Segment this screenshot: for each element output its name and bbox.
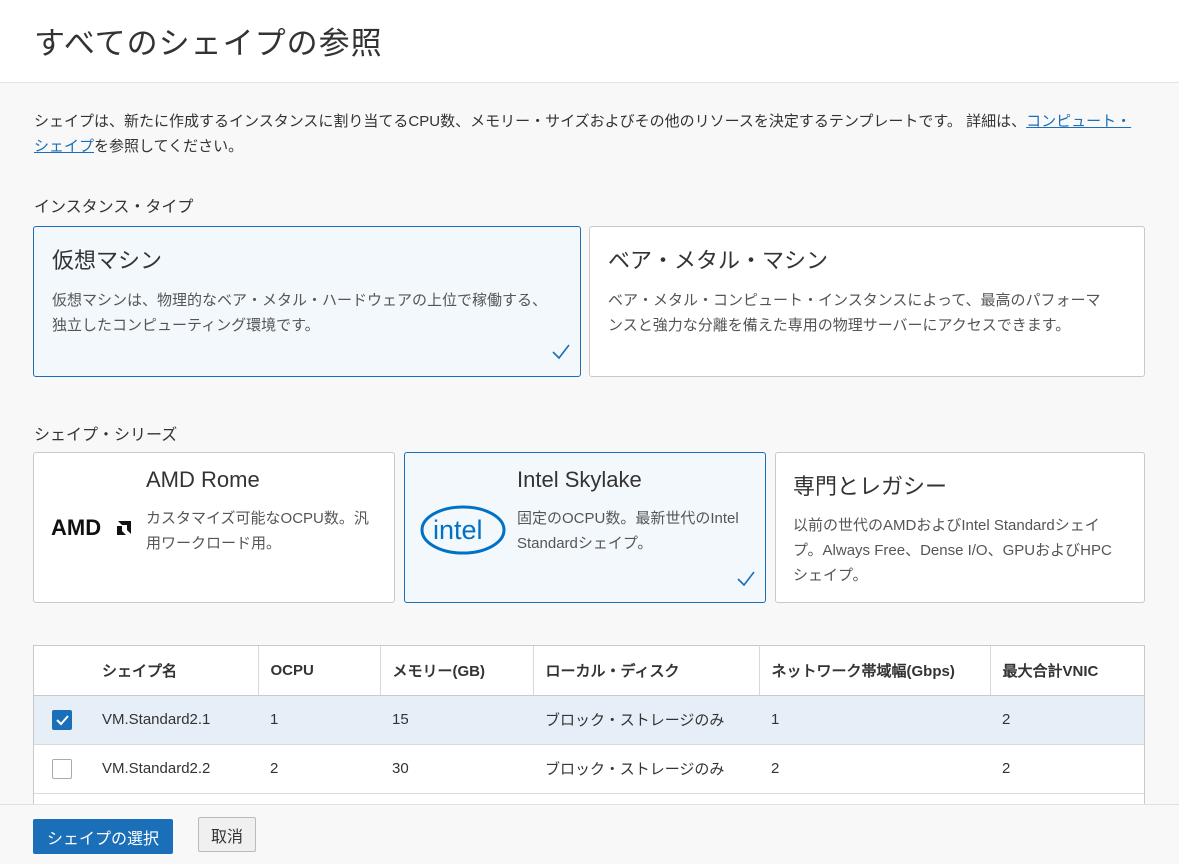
shape-series-label: シェイプ・シリーズ xyxy=(34,427,178,444)
page-header: すべてのシェイプの参照 xyxy=(0,0,1179,83)
instance-type-label: インスタンス・タイプ xyxy=(34,199,194,216)
intro-text: シェイプは、新たに作成するインスタンスに割り当てるCPU数、メモリー・サイズおよ… xyxy=(34,109,1134,159)
shape-series-card-specialty-legacy[interactable]: 専門とレガシー 以前の世代のAMDおよびIntel Standardシェイプ。A… xyxy=(775,452,1145,603)
instance-type-card-bare-metal[interactable]: ベア・メタル・マシン ベア・メタル・コンピュート・インスタンスによって、最高のパ… xyxy=(589,226,1145,377)
card-title: ベア・メタル・マシン xyxy=(608,248,829,273)
checkmark-icon xyxy=(737,570,755,588)
row-checkbox[interactable] xyxy=(52,709,72,730)
intro-text-before: シェイプは、新たに作成するインスタンスに割り当てるCPU数、メモリー・サイズおよ… xyxy=(34,113,1027,130)
column-header-ocpu[interactable]: OCPU xyxy=(258,646,381,696)
table-row[interactable]: VM.Standard2.2 2 30 ブロック・ストレージのみ 2 2 xyxy=(34,744,1144,794)
table-header-row: シェイプ名 OCPU メモリー(GB) ローカル・ディスク ネットワーク帯域幅(… xyxy=(34,646,1144,696)
cell-local-disk: ブロック・ストレージのみ xyxy=(533,744,759,794)
card-description: 固定のOCPU数。最新世代のIntel Standardシェイプ。 xyxy=(517,510,739,552)
column-header-max-vnic[interactable]: 最大合計VNIC xyxy=(990,646,1144,696)
column-header-network-bandwidth[interactable]: ネットワーク帯域幅(Gbps) xyxy=(759,646,991,696)
cancel-button[interactable]: 取消 xyxy=(198,817,257,852)
column-header-shape-name[interactable]: シェイプ名 xyxy=(90,646,259,696)
intel-logo-text: intel xyxy=(433,515,483,545)
cell-max-vnic: 2 xyxy=(990,744,1144,794)
row-select-cell[interactable] xyxy=(34,695,90,745)
cell-shape-name: VM.Standard2.2 xyxy=(90,744,258,794)
cell-shape-name: VM.Standard2.1 xyxy=(90,695,258,745)
card-description: 以前の世代のAMDおよびIntel Standardシェイプ。Always Fr… xyxy=(793,517,1112,584)
card-description: カスタマイズ可能なOCPU数。汎用ワークロード用。 xyxy=(146,510,369,552)
amd-logo-text: AMD xyxy=(51,515,101,540)
intro-text-after: を参照してください。 xyxy=(94,138,244,155)
card-title: 専門とレガシー xyxy=(793,474,948,499)
cell-network-bandwidth: 2 xyxy=(759,744,990,794)
table-row[interactable]: VM.Standard2.1 1 15 ブロック・ストレージのみ 1 2 xyxy=(34,695,1144,745)
card-title: Intel Skylake xyxy=(517,467,642,492)
instance-type-card-vm[interactable]: 仮想マシン 仮想マシンは、物理的なベア・メタル・ハードウェアの上位で稼働する、独… xyxy=(33,226,581,377)
shape-table: シェイプ名 OCPU メモリー(GB) ローカル・ディスク ネットワーク帯域幅(… xyxy=(33,645,1145,805)
shape-series-card-intel-skylake[interactable]: intel Intel Skylake 固定のOCPU数。最新世代のIntel … xyxy=(404,452,766,603)
footer-bar: シェイプの選択 xyxy=(0,804,1179,864)
cell-local-disk: ブロック・ストレージのみ xyxy=(533,695,759,745)
shape-series-card-amd-rome[interactable]: AMD AMD Rome カスタマイズ可能なOCPU数。汎用ワークロード用。 xyxy=(33,452,395,603)
row-checkbox[interactable] xyxy=(52,758,72,779)
select-shape-button[interactable]: シェイプの選択 xyxy=(33,819,174,854)
cell-ocpu: 2 xyxy=(258,744,380,794)
intel-logo: intel xyxy=(420,501,506,562)
cell-max-vnic: 2 xyxy=(990,695,1144,745)
card-description: ベア・メタル・コンピュート・インスタンスによって、最高のパフォーマンスと強力な分… xyxy=(608,292,1101,334)
column-header-local-disk[interactable]: ローカル・ディスク xyxy=(533,646,760,696)
amd-logo: AMD xyxy=(51,511,137,546)
cell-network-bandwidth: 1 xyxy=(759,695,990,745)
cell-ocpu: 1 xyxy=(258,695,380,745)
column-header-select xyxy=(34,646,90,696)
card-title: AMD Rome xyxy=(146,467,260,492)
row-select-cell[interactable] xyxy=(34,744,90,794)
cell-memory: 15 xyxy=(380,695,533,745)
checkmark-icon xyxy=(552,343,570,361)
card-title: 仮想マシン xyxy=(52,248,163,273)
cell-memory: 30 xyxy=(380,744,533,794)
page-title: すべてのシェイプの参照 xyxy=(34,26,383,61)
column-header-memory[interactable]: メモリー(GB) xyxy=(380,646,534,696)
card-description: 仮想マシンは、物理的なベア・メタル・ハードウェアの上位で稼働する、独立したコンピ… xyxy=(52,292,548,334)
